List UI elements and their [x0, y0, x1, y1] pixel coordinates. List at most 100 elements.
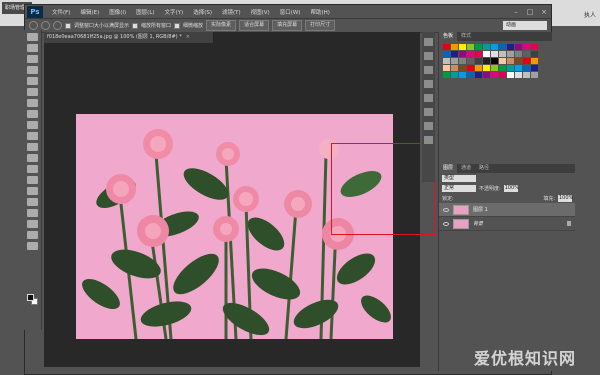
color-swatch[interactable]: [443, 51, 450, 57]
color-swatch[interactable]: [515, 72, 522, 78]
foreground-color-swatch[interactable]: [27, 294, 34, 301]
quick-select-tool-icon[interactable]: [27, 66, 38, 74]
color-swatch[interactable]: [491, 58, 498, 64]
color-swatch[interactable]: [451, 65, 458, 71]
color-swatch[interactable]: [483, 72, 490, 78]
shape-tool-icon[interactable]: [27, 220, 38, 228]
menu-window[interactable]: 窗口(W): [275, 8, 306, 16]
dodge-tool-icon[interactable]: [27, 176, 38, 184]
zoom-tool-icon[interactable]: [27, 242, 38, 250]
document-tab[interactable]: f018e0eaa70681ff25a.jpg @ 100% (图层 1, RG…: [44, 32, 214, 43]
healing-tool-icon[interactable]: [27, 99, 38, 107]
color-swatch[interactable]: [483, 58, 490, 64]
clone-stamp-tool-icon[interactable]: [27, 121, 38, 129]
color-swatch[interactable]: [523, 44, 530, 50]
color-swatch[interactable]: [531, 65, 538, 71]
menu-image[interactable]: 图像(I): [104, 8, 131, 16]
color-swatch[interactable]: [459, 58, 466, 64]
type-tool-icon[interactable]: [27, 198, 38, 206]
color-swatch[interactable]: [475, 51, 482, 57]
blur-tool-icon[interactable]: [27, 165, 38, 173]
tab-styles[interactable]: 样式: [457, 32, 475, 41]
color-swatch[interactable]: [491, 51, 498, 57]
menu-select[interactable]: 选择(S): [188, 8, 217, 16]
gradient-tool-icon[interactable]: [27, 154, 38, 162]
path-select-tool-icon[interactable]: [27, 209, 38, 217]
color-swatch[interactable]: [523, 72, 530, 78]
resize-windows-checkbox[interactable]: [65, 22, 71, 29]
maximize-button[interactable]: □: [523, 8, 537, 16]
color-swatch[interactable]: [523, 58, 530, 64]
tab-channels[interactable]: 通道: [457, 164, 475, 173]
menu-filter[interactable]: 滤镜(T): [217, 8, 246, 16]
color-swatch[interactable]: [491, 65, 498, 71]
color-swatch[interactable]: [491, 44, 498, 50]
color-swatch[interactable]: [459, 51, 466, 57]
workspace-select[interactable]: 动画: [503, 21, 547, 30]
color-swatch[interactable]: [459, 72, 466, 78]
fill-screen-button[interactable]: 填充屏幕: [272, 20, 303, 31]
color-swatch[interactable]: [531, 72, 538, 78]
zoom-all-checkbox[interactable]: [132, 22, 139, 29]
color-swatch[interactable]: [507, 65, 514, 71]
menu-type[interactable]: 文字(Y): [160, 8, 189, 16]
lasso-tool-icon[interactable]: [27, 55, 38, 63]
tool-presets-icon[interactable]: [424, 122, 433, 130]
opacity-input[interactable]: 100%: [503, 184, 519, 192]
color-swatch[interactable]: [515, 44, 522, 50]
color-swatch[interactable]: [515, 51, 522, 57]
fill-input[interactable]: 100%: [558, 194, 573, 202]
actions-panel-icon[interactable]: [424, 52, 433, 60]
zoom-out-icon[interactable]: [53, 21, 62, 30]
close-button[interactable]: ×: [537, 8, 551, 16]
eyedropper-tool-icon[interactable]: [27, 88, 38, 96]
eraser-tool-icon[interactable]: [27, 143, 38, 151]
color-swatch[interactable]: [443, 72, 450, 78]
color-swatch[interactable]: [467, 44, 474, 50]
color-swatch[interactable]: [515, 58, 522, 64]
color-swatch[interactable]: [499, 58, 506, 64]
tab-layers[interactable]: 图层: [439, 164, 458, 173]
color-swatch[interactable]: [499, 51, 506, 57]
layer-row-1[interactable]: 图层 1: [439, 203, 575, 217]
marquee-tool-icon[interactable]: [27, 44, 38, 52]
color-swatch[interactable]: [467, 58, 474, 64]
blend-mode-select[interactable]: 正常: [442, 184, 476, 192]
paragraph-panel-icon[interactable]: [424, 108, 433, 116]
color-swatch[interactable]: [531, 44, 538, 50]
color-swatch[interactable]: [451, 44, 458, 50]
info-panel-icon[interactable]: [424, 136, 433, 144]
menu-help[interactable]: 帮助(H): [305, 8, 334, 16]
tab-swatches[interactable]: 色板: [439, 32, 458, 41]
layer-row-background[interactable]: 背景: [439, 217, 575, 231]
color-swatch[interactable]: [507, 51, 514, 57]
color-swatch[interactable]: [459, 44, 466, 50]
scrubby-zoom-checkbox[interactable]: [174, 22, 181, 29]
color-swatch[interactable]: [451, 72, 458, 78]
color-swatch[interactable]: [523, 65, 530, 71]
fit-screen-button[interactable]: 适合屏幕: [239, 20, 270, 31]
menu-layer[interactable]: 图层(L): [131, 8, 159, 16]
color-swatch[interactable]: [507, 72, 514, 78]
color-swatch[interactable]: [451, 51, 458, 57]
color-swatch[interactable]: [531, 51, 538, 57]
menu-view[interactable]: 视图(V): [246, 8, 275, 16]
color-swatch[interactable]: [475, 65, 482, 71]
color-swatch[interactable]: [531, 58, 538, 64]
visibility-eye-icon[interactable]: [443, 207, 449, 212]
color-swatch[interactable]: [443, 44, 450, 50]
color-swatch[interactable]: [483, 44, 490, 50]
color-swatch[interactable]: [499, 72, 506, 78]
menu-edit[interactable]: 编辑(E): [75, 8, 104, 16]
history-brush-tool-icon[interactable]: [27, 132, 38, 140]
color-swatch[interactable]: [491, 72, 498, 78]
color-swatch[interactable]: [443, 58, 450, 64]
actual-pixels-button[interactable]: 实际像素: [206, 20, 237, 31]
color-swatch[interactable]: [467, 72, 474, 78]
menu-file[interactable]: 文件(F): [47, 8, 75, 16]
color-swatch[interactable]: [451, 58, 458, 64]
close-tab-icon[interactable]: ×: [186, 34, 190, 40]
brush-panel-icon[interactable]: [424, 80, 433, 88]
color-swatch[interactable]: [467, 65, 474, 71]
color-swatch[interactable]: [507, 58, 514, 64]
